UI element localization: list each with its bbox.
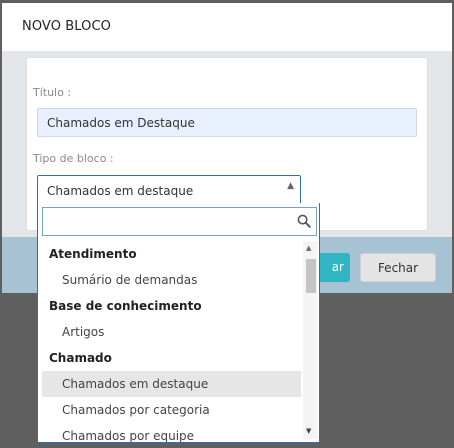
option-artigos[interactable]: Artigos xyxy=(42,319,301,345)
block-type-label: Tipo de bloco : xyxy=(33,152,114,165)
group-base-de-conhecimento: Base de conhecimento xyxy=(49,299,202,313)
scroll-down-icon[interactable]: ▼ xyxy=(306,427,311,435)
search-input[interactable] xyxy=(43,208,316,235)
dropdown-search[interactable] xyxy=(42,207,317,236)
title-label: Título : xyxy=(33,86,72,99)
title-input[interactable] xyxy=(37,108,417,137)
scrollbar-thumb[interactable] xyxy=(306,259,316,293)
block-type-selected-value: Chamados em destaque xyxy=(47,184,194,198)
option-chamados-por-categoria[interactable]: Chamados por categoria xyxy=(42,397,301,423)
option-sumario-de-demandas[interactable]: Sumário de demandas xyxy=(42,267,301,293)
search-icon xyxy=(297,214,311,228)
caret-up-icon[interactable]: ▲ xyxy=(287,181,294,191)
group-atendimento: Atendimento xyxy=(49,247,137,261)
block-type-select[interactable]: Chamados em destaque ▲ xyxy=(37,175,301,205)
modal-title: NOVO BLOCO xyxy=(22,19,111,34)
option-chamados-por-equipe[interactable]: Chamados por equipe xyxy=(42,423,301,442)
group-chamado: Chamado xyxy=(49,351,112,365)
option-chamados-em-destaque[interactable]: Chamados em destaque xyxy=(42,371,301,397)
block-type-dropdown: Atendimento Sumário de demandas Base de … xyxy=(37,203,320,443)
dropdown-scrollbar[interactable]: ▲ ▼ xyxy=(303,241,317,439)
dropdown-list: Atendimento Sumário de demandas Base de … xyxy=(38,241,303,442)
scroll-up-icon[interactable]: ▲ xyxy=(306,244,311,252)
close-button[interactable]: Fechar xyxy=(360,253,436,282)
modal-header: NOVO BLOCO xyxy=(2,3,452,51)
